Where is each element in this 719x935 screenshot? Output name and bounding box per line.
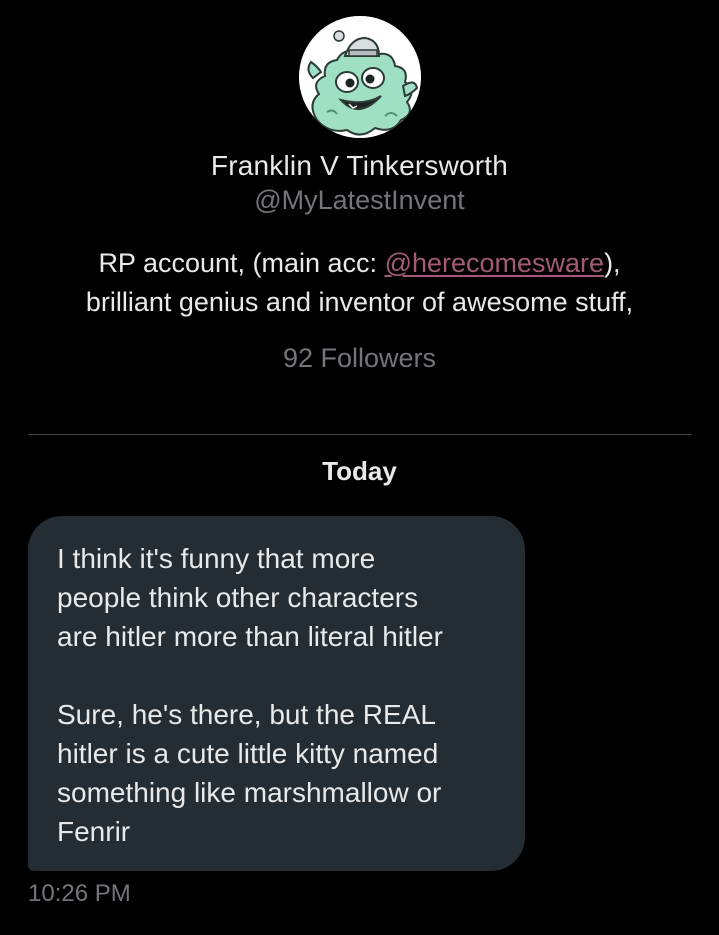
date-separator: Today (322, 456, 397, 486)
message-bubble[interactable]: I think it's funny that more people thin… (28, 516, 525, 871)
bio-text-prefix: RP account, (main acc: (98, 248, 385, 278)
message-timestamp: 10:26 PM (28, 880, 131, 907)
message-paragraph: Sure, he's there, but the REAL hitler is… (57, 699, 442, 847)
teal-cartoon-creature-avatar-icon (299, 16, 421, 138)
section-divider (28, 434, 692, 435)
username-handle[interactable]: @MyLatestInvent (0, 185, 719, 216)
profile-avatar[interactable] (299, 16, 421, 138)
bio-text-line2: brilliant genius and inventor of awesome… (85, 287, 634, 317)
profile-bio: RP account, (main acc: @herecomesware), … (40, 244, 679, 322)
message-paragraph: I think it's funny that more people thin… (57, 543, 443, 652)
followers-count[interactable]: 92 Followers (0, 343, 719, 374)
bio-text-suffix: ), (604, 248, 621, 278)
display-name[interactable]: Franklin V Tinkersworth (0, 150, 719, 182)
bio-mention-link[interactable]: @herecomesware (385, 248, 605, 278)
